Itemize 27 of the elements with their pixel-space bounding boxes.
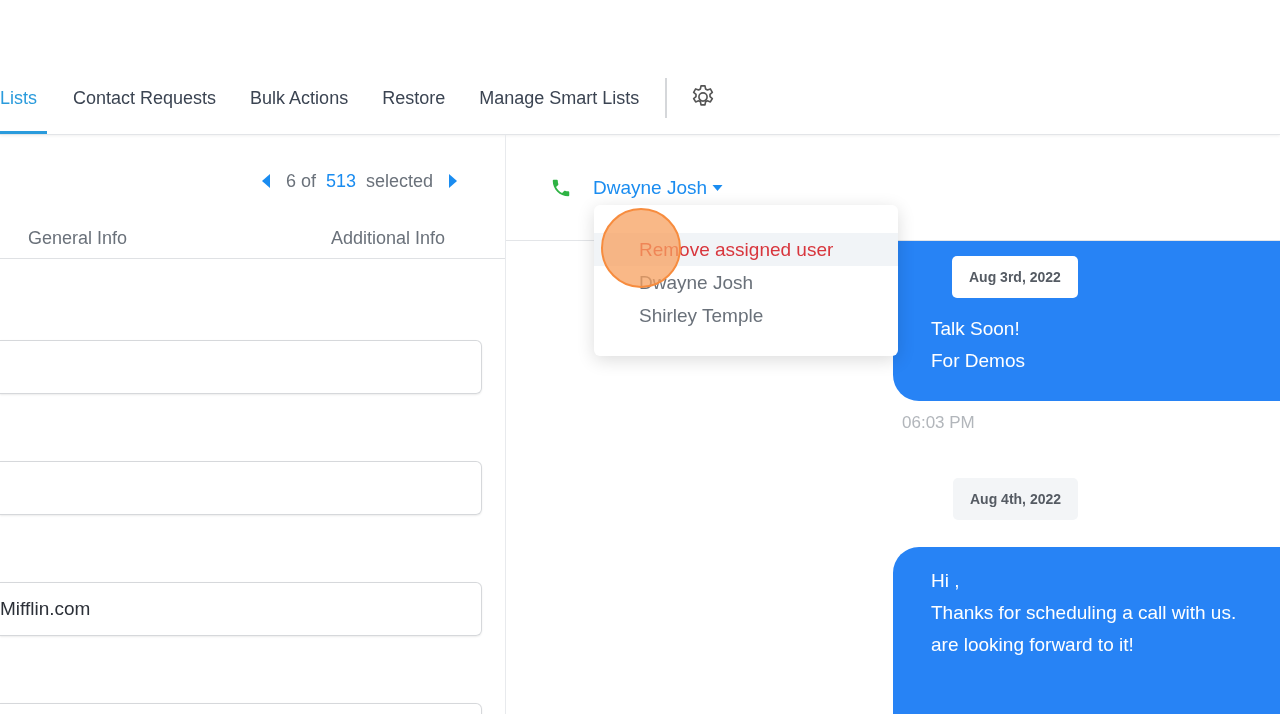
date-chip: Aug 4th, 2022 bbox=[953, 478, 1079, 520]
nav-tab[interactable]: Manage Smart Lists bbox=[479, 62, 640, 134]
input-field[interactable] bbox=[0, 340, 482, 394]
phone-icon[interactable] bbox=[550, 177, 572, 199]
date-chip: Aug 3rd, 2022 bbox=[952, 256, 1078, 298]
menu-item[interactable]: Shirley Temple bbox=[594, 299, 898, 332]
message-line: are looking forward to it! bbox=[931, 633, 1135, 657]
message-line: Hi , bbox=[931, 569, 961, 593]
pager-position: 6 of bbox=[285, 170, 316, 192]
nav-tab[interactable]: Contact Requests bbox=[73, 62, 217, 134]
nav-tab[interactable]: Bulk Actions bbox=[250, 62, 349, 134]
input-field[interactable] bbox=[0, 461, 482, 515]
info-tab[interactable]: General Info bbox=[28, 227, 128, 249]
caret-icon bbox=[712, 185, 724, 191]
previous-icon[interactable] bbox=[261, 174, 270, 188]
message-line: Thanks for scheduling a call with us. bbox=[931, 601, 1238, 625]
assigned-user-dropdown[interactable]: Dwayne Josh bbox=[593, 177, 724, 199]
pager-label: selected bbox=[365, 170, 433, 192]
message-time: 06:03 PM bbox=[902, 413, 975, 433]
info-tab[interactable]: Additional Info bbox=[330, 227, 445, 249]
total-count: 513 bbox=[325, 170, 356, 192]
nav-tab[interactable]: Lists bbox=[0, 62, 47, 134]
nav-tab[interactable]: Restore bbox=[382, 62, 446, 134]
next-icon[interactable] bbox=[449, 174, 457, 188]
input-field[interactable]: Mifflin.com bbox=[0, 582, 482, 636]
message-line: For Demos bbox=[931, 349, 1026, 373]
message-line: Talk Soon! bbox=[931, 317, 1021, 341]
